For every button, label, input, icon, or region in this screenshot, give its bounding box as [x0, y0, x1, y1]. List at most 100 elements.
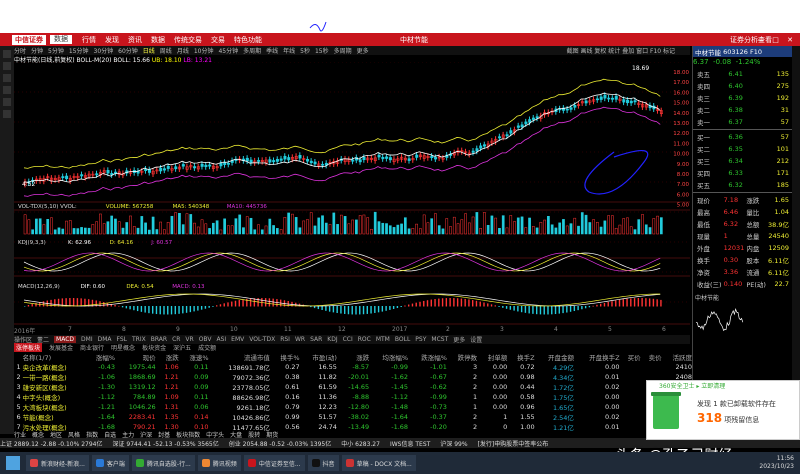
chart-tools[interactable]: 截图 画线 复权 统计 叠加 窗口 F10 标记 — [567, 46, 675, 55]
indicator-tab[interactable]: MACD — [54, 336, 77, 343]
menu-item[interactable]: 资讯 — [128, 35, 142, 45]
taskbar-app[interactable]: 草稿 - DOCX 文档... — [341, 455, 416, 471]
menu-item[interactable]: 交易 — [211, 35, 225, 45]
period-tab[interactable]: 日线 — [143, 46, 155, 55]
taskbar-app[interactable]: 新浪财经-新浪... — [26, 455, 89, 471]
market-tab[interactable]: 主力 — [122, 430, 134, 439]
period-tab[interactable]: 多周期 — [243, 46, 261, 55]
indicator-tab[interactable]: VOL-TDX — [249, 336, 275, 343]
period-tab[interactable]: 分时 — [14, 46, 26, 55]
market-tab[interactable]: 中字头 — [206, 430, 224, 439]
column-header[interactable]: 封单额 — [479, 352, 509, 362]
tool-icon[interactable] — [3, 98, 11, 106]
indicator-tab[interactable]: BOLL — [395, 336, 410, 343]
column-header[interactable]: 涨跌 — [339, 352, 371, 362]
menu-item[interactable]: 特色功能 — [234, 35, 262, 45]
indicator-tab[interactable]: FSL — [117, 336, 128, 343]
period-tab[interactable]: 分钟 — [31, 46, 43, 55]
indicator-tab[interactable]: RSI — [280, 336, 290, 343]
column-header[interactable]: 买价 — [622, 352, 643, 362]
taskbar-app[interactable]: 腾讯视频 — [197, 455, 241, 471]
column-header[interactable]: 开盘换手Z — [576, 352, 622, 362]
taskbar-clock[interactable]: 11:56 2023/10/23 — [759, 455, 794, 471]
sector-tab[interactable]: 明星概念 — [111, 343, 135, 352]
period-tab[interactable]: 季线 — [266, 46, 278, 55]
market-tab[interactable]: 板块指数 — [176, 430, 200, 439]
index-ticker[interactable]: 深证 9744.41 -52.13 -0.53% 3565亿 — [112, 439, 218, 448]
indicator-tab[interactable]: PSY — [415, 336, 426, 343]
column-header[interactable]: 均涨幅% — [371, 352, 410, 362]
market-tab[interactable]: 沪深 — [140, 430, 152, 439]
period-tab[interactable]: 15分钟 — [69, 46, 89, 55]
tool-icon[interactable] — [3, 86, 11, 94]
indicator-tab[interactable]: KDJ — [327, 336, 337, 343]
indicator-tab[interactable]: TRIX — [132, 336, 146, 343]
period-tab[interactable]: 10分钟 — [194, 46, 214, 55]
taskbar-app[interactable]: 中信证券至信... — [243, 455, 305, 471]
indicator-tab[interactable]: CCI — [343, 336, 353, 343]
period-tab[interactable]: 45分钟 — [218, 46, 238, 55]
column-header[interactable]: 卖价 — [643, 352, 664, 362]
column-header[interactable]: 涨跌 — [158, 352, 181, 362]
windows-start-icon[interactable] — [6, 456, 20, 470]
market-tab[interactable]: 封基 — [158, 430, 170, 439]
column-header[interactable]: 换手Z — [509, 352, 536, 362]
tool-icon[interactable] — [3, 74, 11, 82]
column-header[interactable]: 涨速% — [181, 352, 211, 362]
table-row[interactable]: 5 大湾板块(概念) -1.21 1046.26 1.31 0.06 9261.18亿 0.7… — [14, 402, 694, 412]
indicator-tab[interactable]: DMA — [98, 336, 112, 343]
column-header[interactable]: 活跃度 — [664, 352, 694, 362]
indicator-tab[interactable]: OBV — [199, 336, 212, 343]
price-chart[interactable]: 18.69 4.52 18.00 17.00 16.00 15.00 14.00 13.00 1… — [14, 62, 690, 326]
taskbar-app[interactable]: 腾讯自选股-行... — [131, 455, 195, 471]
period-tab[interactable]: 30分钟 — [94, 46, 114, 55]
period-tab[interactable]: 更多 — [357, 46, 369, 55]
indicator-tab[interactable]: CR — [172, 336, 180, 343]
index-ticker[interactable]: 上证 2889.12 -2.88 -0.10% 2794亿 — [0, 439, 102, 448]
period-tab[interactable]: 5秒 — [300, 46, 310, 55]
tool-icon[interactable] — [3, 62, 11, 70]
indicator-tab[interactable]: ASI — [216, 336, 226, 343]
index-ticker[interactable]: IWS信息 TEST — [390, 439, 430, 448]
column-header[interactable]: 市盈(动) — [302, 352, 339, 362]
indicator-tab[interactable]: BRAR — [151, 336, 167, 343]
indicator-tab[interactable]: ROC — [358, 336, 371, 343]
indicator-tab[interactable]: VR — [185, 336, 193, 343]
index-ticker[interactable]: 沪深 99% — [440, 439, 467, 448]
f10-tag[interactable]: F10 — [750, 48, 762, 56]
market-tab[interactable]: 股转 — [248, 430, 260, 439]
period-tab[interactable]: 周线 — [160, 46, 172, 55]
market-tab[interactable]: 大盘 — [230, 430, 242, 439]
table-row[interactable]: 1 央企改革(概念) -0.43 1975.44 1.06 0.11 138691.78亿 0… — [14, 362, 694, 372]
account-dropdown[interactable]: 数据 — [50, 35, 72, 44]
market-tab[interactable]: 期货 — [266, 430, 278, 439]
table-row[interactable]: 3 雄安新区(概念) -1.30 1319.12 1.21 0.09 23778.05亿 0.… — [14, 382, 694, 392]
menu-item[interactable]: 数据 — [151, 35, 165, 45]
sector-tab[interactable]: 商业银行 — [80, 343, 104, 352]
indicator-tab[interactable]: DMI — [81, 336, 93, 343]
indicator-tab[interactable]: SAR — [310, 336, 322, 343]
menu-item[interactable]: 行情 — [82, 35, 96, 45]
index-ticker[interactable]: 中小 6283.27 — [341, 439, 380, 448]
taskbar-app[interactable]: 抖音 — [307, 455, 339, 471]
sector-tab[interactable]: 深沪五 — [173, 343, 191, 352]
column-header[interactable] — [14, 352, 23, 362]
column-header[interactable]: 开盘金额 — [537, 352, 576, 362]
window-controls[interactable]: — □ ✕ — [757, 36, 796, 44]
column-header[interactable]: 流通市值 — [211, 352, 272, 362]
market-tab[interactable]: 行业 — [14, 430, 26, 439]
cleanup-popup[interactable]: 360安全卫士 ▸ 立即清理 发现 1 款已卸载软件存在 318 项残留信息 — [646, 380, 800, 440]
market-tab[interactable]: 概念 — [32, 430, 44, 439]
sector-tab[interactable]: 涨停板块 — [14, 343, 43, 352]
sector-tab[interactable]: 板块资金 — [142, 343, 166, 352]
taskbar-app[interactable]: 客户端 — [91, 455, 129, 471]
column-header[interactable]: 跌停数 — [449, 352, 479, 362]
period-tab[interactable]: 多周期 — [334, 46, 352, 55]
sector-tab[interactable]: 发展基金 — [49, 343, 73, 352]
table-row[interactable]: 4 中字头(概念) -1.12 784.89 1.09 0.11 88626.98亿 0.16… — [14, 392, 694, 402]
indicator-tab[interactable]: WR — [295, 336, 305, 343]
menu-item[interactable]: 发现 — [105, 35, 119, 45]
market-tab[interactable]: 风格 — [68, 430, 80, 439]
market-tab[interactable]: 地区 — [50, 430, 62, 439]
right-scrollbar[interactable] — [792, 46, 800, 434]
